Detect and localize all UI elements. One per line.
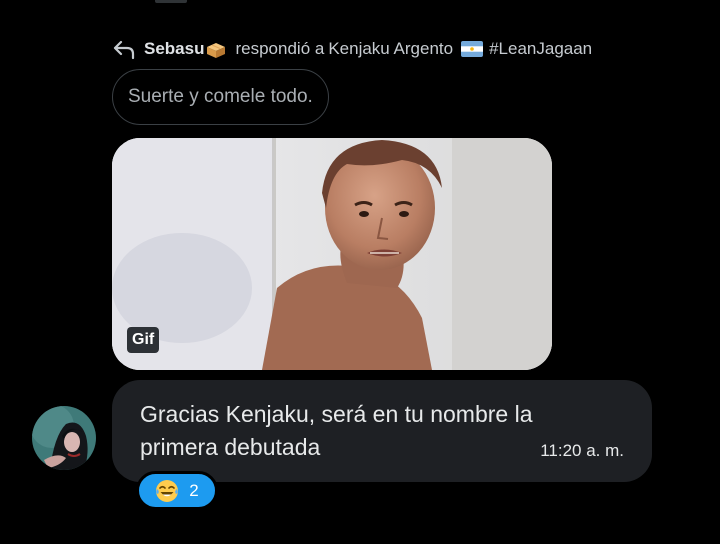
avatar[interactable] [32, 406, 96, 470]
reply-target[interactable]: Kenjaku Argento [328, 39, 453, 59]
message-timestamp: 11:20 a. m. [540, 441, 624, 460]
reply-arrow-icon [112, 38, 136, 60]
reaction-count: 2 [189, 480, 199, 500]
message-bubble[interactable]: Gracias Kenjaku, será en tu nombre la pr… [112, 380, 652, 482]
argentina-flag-icon [461, 41, 484, 57]
reply-hashtag[interactable]: #LeanJagaan [489, 39, 592, 59]
quoted-message-bubble[interactable]: Suerte y comele todo. [112, 69, 329, 125]
message-text: Gracias Kenjaku, será en tu nombre la pr… [140, 401, 533, 460]
laughing-tears-emoji-icon [155, 479, 179, 503]
reaction-pill[interactable]: 2 [136, 471, 218, 510]
quoted-message-text: Suerte y comele todo. [128, 86, 313, 107]
reply-author[interactable]: Sebasu [144, 39, 204, 59]
scroll-stub [155, 0, 187, 3]
reply-action: respondió a [235, 39, 325, 58]
gif-media[interactable]: Gif [112, 138, 552, 370]
reply-context: Sebasu respondió a Kenjaku Argento #Lean… [112, 37, 592, 61]
bread-box-emoji-icon [205, 39, 227, 59]
gif-badge: Gif [127, 327, 160, 353]
